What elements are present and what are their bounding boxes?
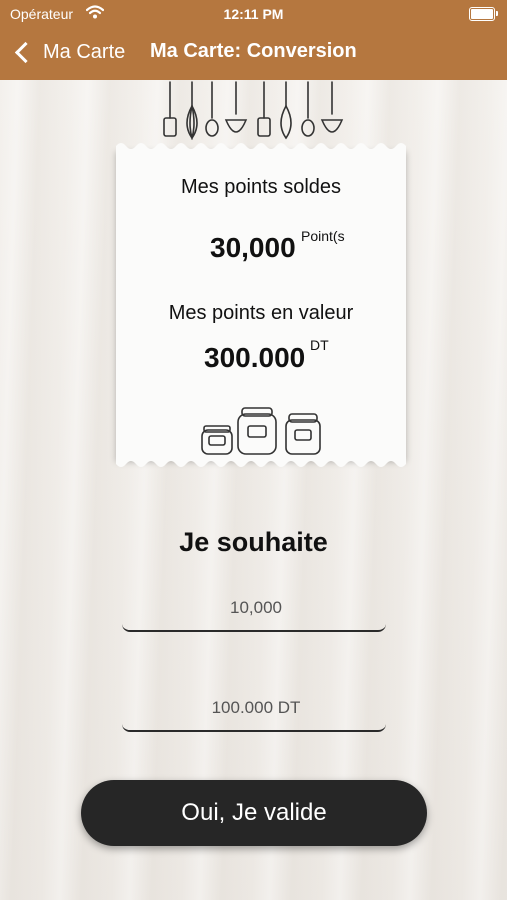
jars-illustration: [201, 407, 321, 455]
chevron-left-icon: [14, 41, 37, 63]
value-label: Mes points en valeur: [168, 302, 354, 324]
value-amount: 300.000: [204, 342, 306, 373]
battery-icon: [469, 7, 498, 21]
balance-value: 30,000: [210, 232, 296, 263]
page-title: Ma Carte: Conversion: [150, 40, 357, 62]
points-field[interactable]: [122, 584, 390, 632]
ticket-edge-top: [116, 143, 406, 152]
back-button[interactable]: Ma Carte: [12, 36, 125, 68]
validate-button-label: Oui, Je valide: [181, 799, 327, 826]
wish-heading: Je souhaite: [179, 527, 328, 557]
back-label: Ma Carte: [43, 40, 126, 63]
value-unit: DT: [310, 337, 329, 353]
points-ticket-card: Mes points soldes 30,000 Point(s Mes poi…: [116, 143, 406, 467]
status-bar: Opérateur 12:11 PM: [0, 0, 507, 28]
utensils-illustration: [163, 81, 344, 140]
balance-unit: Point(s: [301, 228, 345, 244]
points-input[interactable]: [122, 584, 390, 632]
validate-button[interactable]: Oui, Je valide: [81, 780, 427, 846]
clock: 12:11 PM: [223, 6, 284, 22]
navigation-header: Opérateur 12:11 PM Ma Carte Ma Carte: Co…: [0, 0, 507, 80]
ticket-edge-bottom: [116, 458, 406, 467]
amount-input[interactable]: [122, 684, 390, 732]
amount-field[interactable]: [122, 684, 390, 732]
nav-bar: Ma Carte Ma Carte: Conversion: [0, 36, 507, 70]
balance-label: Mes points soldes: [180, 176, 342, 198]
